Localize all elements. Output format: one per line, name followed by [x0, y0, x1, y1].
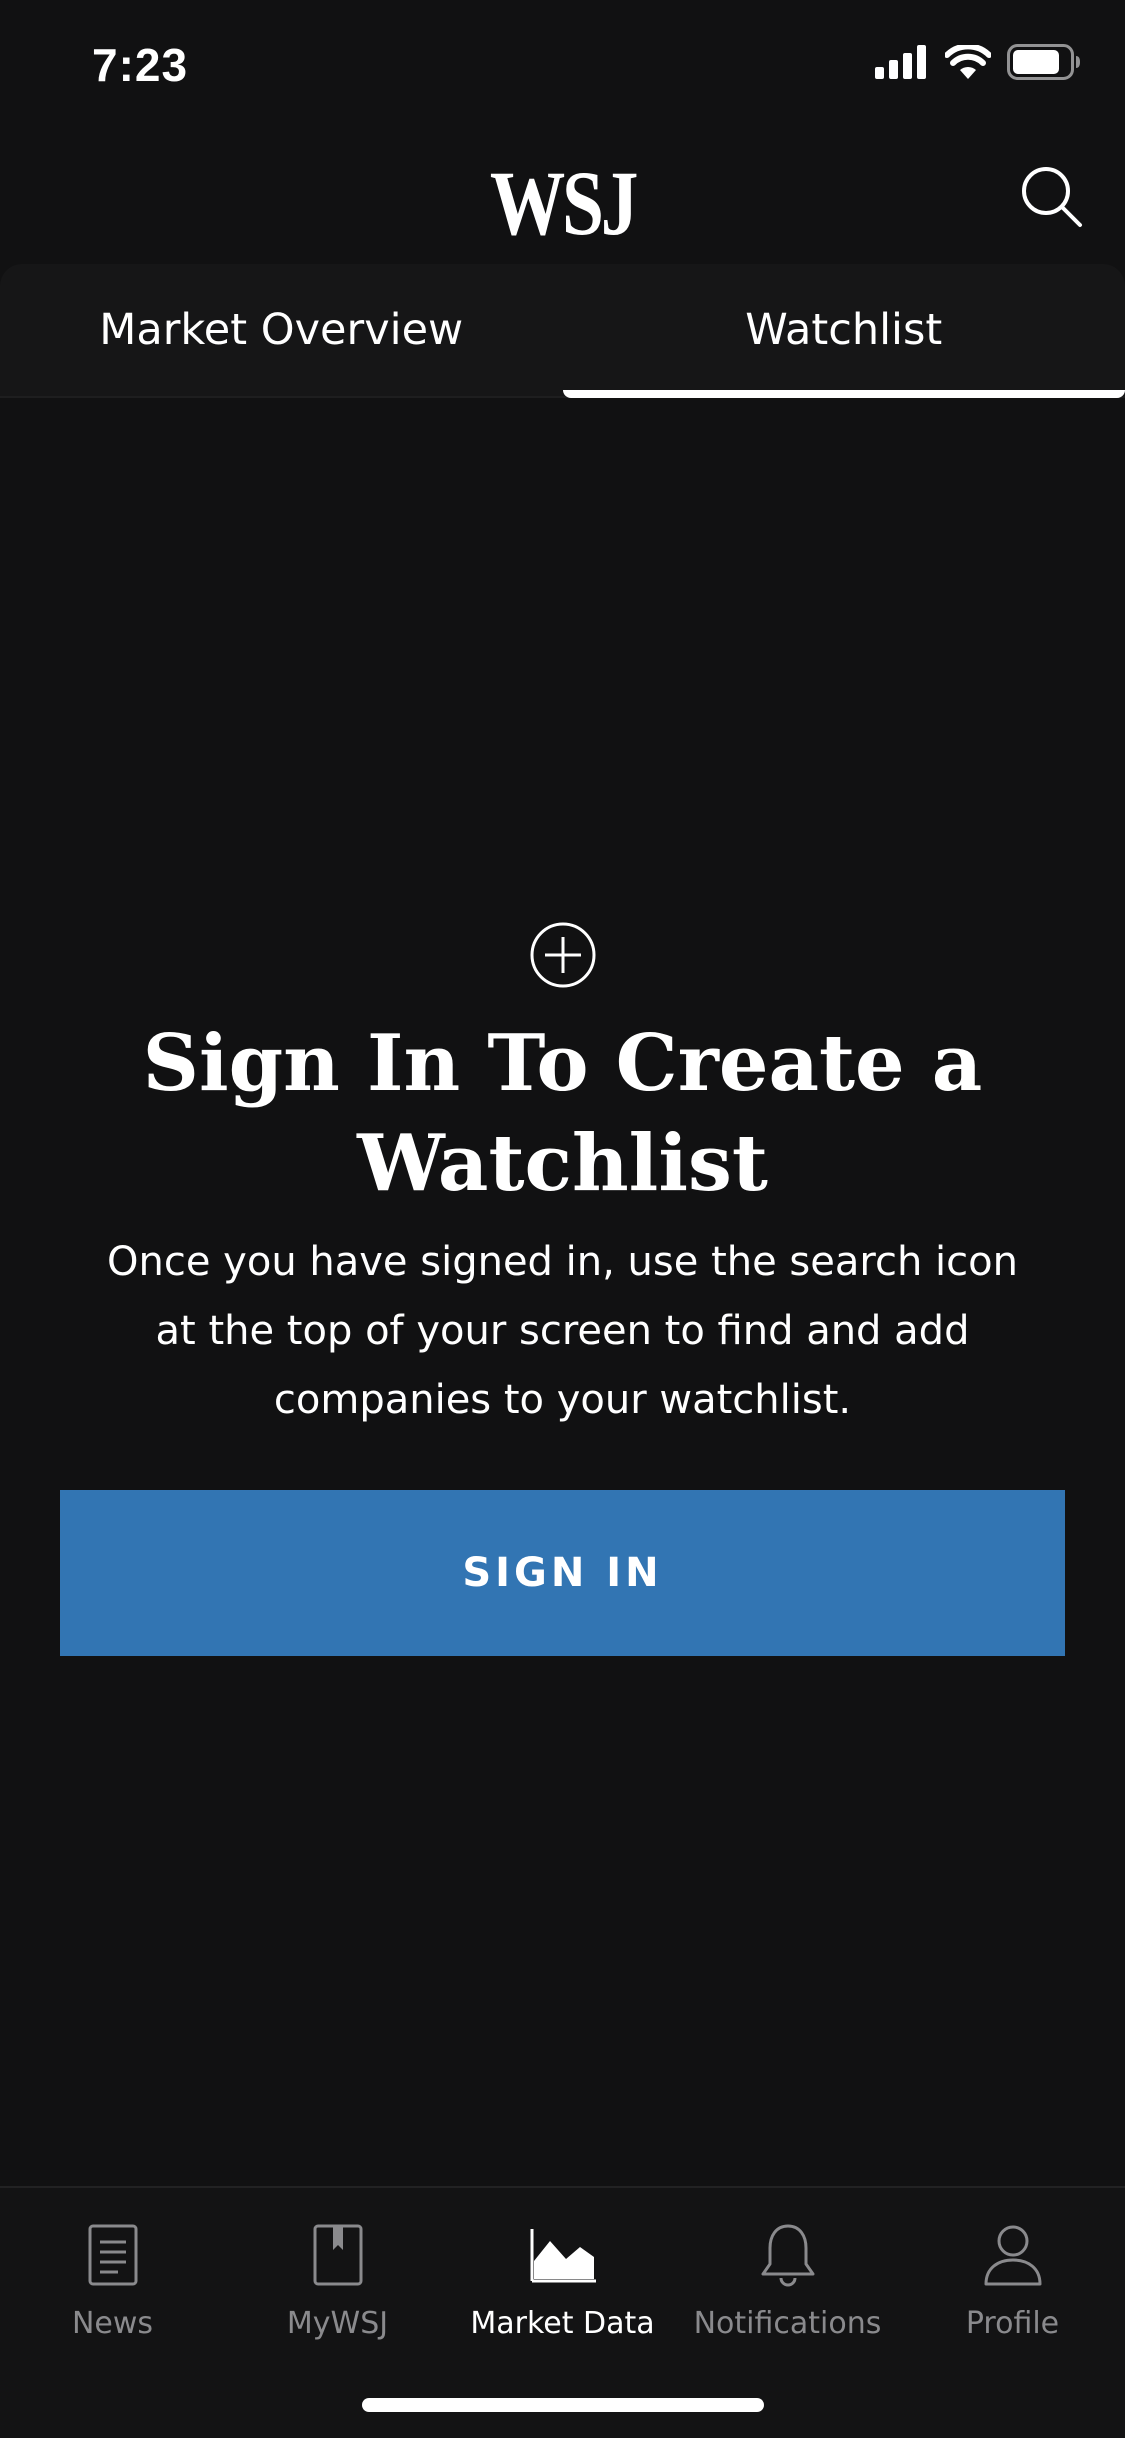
tab-market-overview[interactable]: Market Overview — [0, 264, 563, 396]
tab-watchlist[interactable]: Watchlist — [563, 264, 1125, 396]
search-button[interactable] — [1015, 162, 1089, 236]
tab-bar-label: Profile — [966, 2306, 1059, 2341]
home-indicator — [362, 2398, 764, 2412]
bookmark-icon — [301, 2218, 375, 2292]
battery-icon — [1007, 44, 1081, 84]
empty-state-title: Sign In To Create a Watchlist — [113, 1014, 1013, 1214]
cellular-signal-icon — [875, 45, 929, 83]
search-icon — [1020, 165, 1084, 233]
area-chart-icon — [526, 2218, 600, 2292]
tab-bar-label: Notifications — [694, 2306, 882, 2341]
tab-bar-label: MyWSJ — [287, 2306, 388, 2341]
news-icon — [76, 2218, 150, 2292]
watchlist-empty-state: Sign In To Create a Watchlist Once you h… — [0, 920, 1125, 1435]
bell-icon — [751, 2218, 825, 2292]
wsj-logo: WSJ — [101, 150, 1024, 256]
plus-circle-icon — [528, 920, 598, 990]
wifi-icon — [945, 45, 991, 83]
status-bar: 7:23 — [0, 0, 1125, 132]
tab-bar-label: Market Data — [470, 2306, 654, 2341]
person-icon — [976, 2218, 1050, 2292]
status-icons — [875, 44, 1081, 84]
tab-bar-item-profile[interactable]: Profile — [900, 2188, 1125, 2438]
empty-state-description: Once you have signed in, use the search … — [83, 1228, 1043, 1435]
tab-bar-item-news[interactable]: News — [0, 2188, 225, 2438]
tab-bar-label: News — [72, 2306, 153, 2341]
app-header: WSJ — [0, 132, 1125, 264]
sign-in-button[interactable]: SIGN IN — [60, 1490, 1065, 1656]
market-tabs: Market Overview Watchlist — [0, 264, 1125, 398]
status-time: 7:23 — [92, 38, 188, 92]
